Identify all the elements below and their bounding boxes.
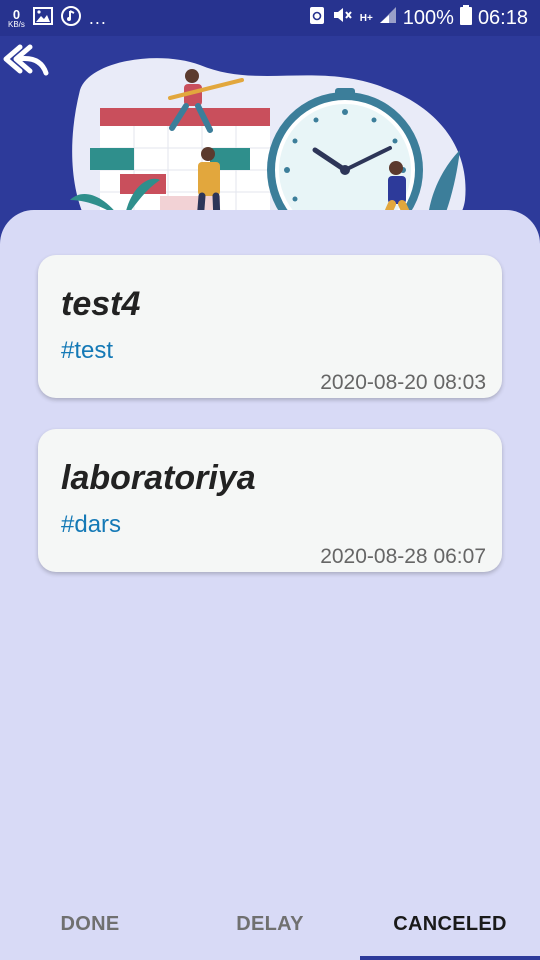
back-button[interactable] xyxy=(0,40,52,84)
network-speed-unit: KB/s xyxy=(8,19,25,29)
battery-icon xyxy=(459,5,472,31)
tab-delay[interactable]: DELAY xyxy=(180,888,360,960)
bottom-tab-bar: DONE DELAY CANCELED xyxy=(0,888,540,960)
signal-icon xyxy=(379,6,397,30)
clock-time: 06:18 xyxy=(477,6,528,29)
battery-percent: 100% xyxy=(402,6,454,29)
recycle-icon xyxy=(308,5,326,31)
task-date: 2020-08-20 08:03 xyxy=(320,371,486,394)
task-card[interactable]: test4 #test 2020-08-20 08:03 xyxy=(38,255,502,398)
status-left: 0 KB/s ... xyxy=(8,4,107,32)
tab-delay-label: DELAY xyxy=(236,912,304,935)
task-tag: #test xyxy=(61,337,114,364)
network-type: H+ xyxy=(359,12,373,24)
status-right: H+ 100% 06:18 xyxy=(308,4,528,32)
double-back-arrow-icon xyxy=(2,43,50,82)
status-bar: 0 KB/s ... H+ 100% 06:18 xyxy=(0,0,540,36)
task-card[interactable]: laboratoriya #dars 2020-08-28 06:07 xyxy=(38,429,502,572)
tab-canceled[interactable]: CANCELED xyxy=(360,888,540,960)
network-speed: 0 KB/s xyxy=(8,8,25,29)
more-notifications: ... xyxy=(88,7,107,28)
task-title: laboratoriya xyxy=(61,459,256,497)
active-tab-indicator xyxy=(360,956,540,960)
tab-done[interactable]: DONE xyxy=(0,888,180,960)
task-date: 2020-08-28 06:07 xyxy=(320,545,486,568)
tab-canceled-label: CANCELED xyxy=(393,912,507,935)
task-tag: #dars xyxy=(61,511,122,538)
tab-done-label: DONE xyxy=(60,912,120,935)
mute-icon xyxy=(332,5,354,31)
task-title: test4 xyxy=(61,285,141,323)
network-speed-value: 0 xyxy=(12,6,21,22)
gallery-notification-icon xyxy=(32,6,53,30)
music-notification-icon xyxy=(60,5,81,31)
